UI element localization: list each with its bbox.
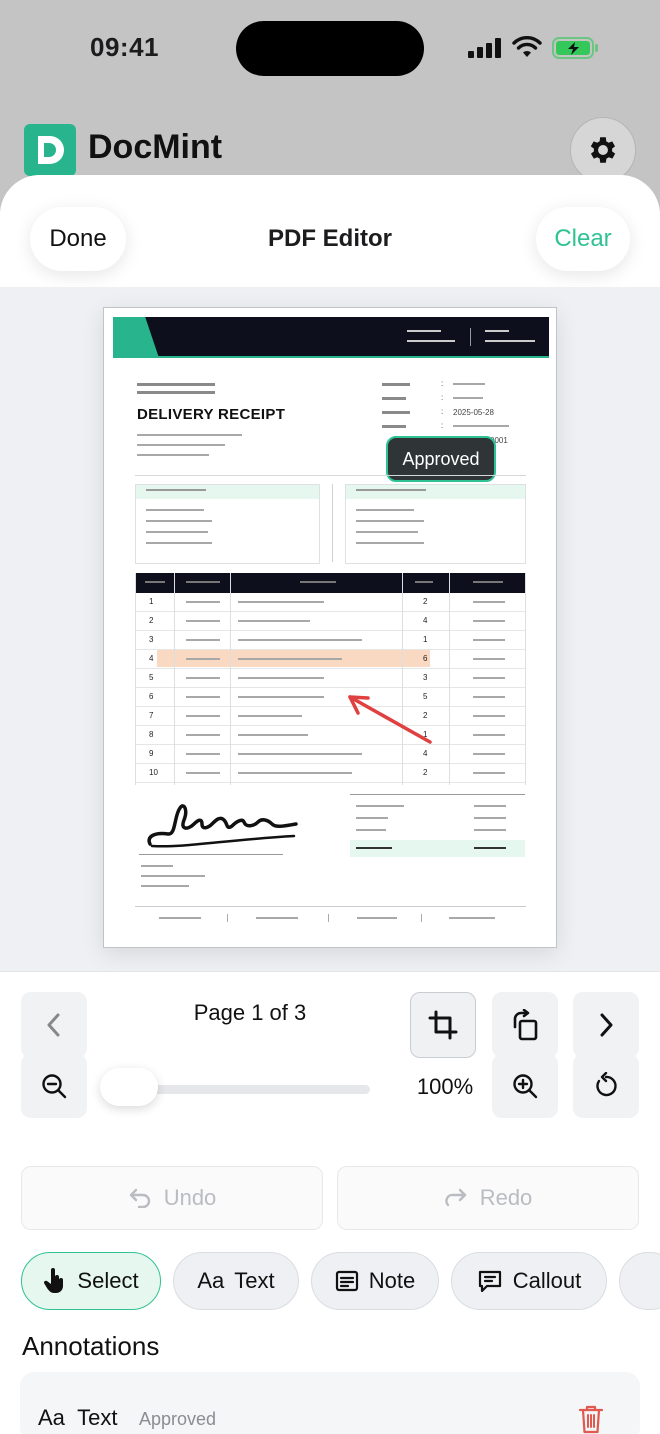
tool-note[interactable]: Note: [311, 1252, 439, 1310]
tool-text-label: Text: [234, 1268, 275, 1293]
chevron-right-icon: [600, 1013, 613, 1037]
annotations-heading: Annotations: [22, 1331, 160, 1361]
chevron-left-icon: [47, 1013, 60, 1037]
pdf-page[interactable]: DELIVERY RECEIPT : : : : 2025-05-28 0001…: [103, 307, 557, 948]
row-number: 4: [149, 654, 154, 663]
annotation-kind: Aa Text: [38, 1405, 118, 1430]
app-logo: [24, 124, 76, 176]
row-quantity: 2: [423, 768, 428, 777]
settings-button[interactable]: [570, 117, 636, 183]
dynamic-island: [236, 21, 424, 76]
delete-annotation-button[interactable]: [578, 1404, 604, 1434]
row-number: 3: [149, 635, 154, 644]
crop-icon: [428, 1010, 458, 1040]
row-number: 8: [149, 730, 154, 739]
row-quantity: 1: [423, 635, 428, 644]
undo-icon: [129, 1188, 150, 1208]
row-quantity: 2: [423, 597, 428, 606]
table-row: 24: [135, 612, 526, 631]
status-time: 09:41: [90, 32, 159, 62]
zoom-out-button[interactable]: [21, 1054, 87, 1118]
tool-more[interactable]: [619, 1252, 660, 1310]
zoom-level: 100%: [416, 1074, 474, 1099]
battery-icon: [552, 37, 598, 59]
tool-callout-label: Callout: [512, 1268, 582, 1293]
ship-to-box: [345, 484, 526, 564]
next-page-button[interactable]: [573, 992, 639, 1058]
table-row: 10 2: [135, 764, 526, 783]
editor-controls: Page 1 of 3 100% Undo Redo Select Aa Tex…: [0, 971, 660, 1434]
table-row: 72: [135, 707, 526, 726]
prev-page-button[interactable]: [21, 992, 87, 1058]
gear-icon: [590, 137, 616, 163]
tool-callout[interactable]: Callout: [451, 1252, 607, 1310]
tool-note-label: Note: [368, 1268, 416, 1293]
logo-icon: [38, 136, 64, 164]
doc-heading: DELIVERY RECEIPT: [137, 406, 286, 423]
undo-label: Undo: [163, 1185, 217, 1210]
tool-text[interactable]: Aa Text: [173, 1252, 299, 1310]
pdf-editor-sheet: Done PDF Editor Clear DELIVERY RECEIPT:…: [0, 175, 660, 1434]
tool-select-label: Select: [77, 1268, 139, 1293]
doc-accent: [113, 317, 159, 358]
annotation-list-item[interactable]: Aa Text Approved: [20, 1372, 640, 1434]
clear-button[interactable]: Clear: [536, 207, 630, 271]
table-row: 81: [135, 726, 526, 745]
rotate-page-icon: [513, 1009, 538, 1041]
ship-from-box: [135, 484, 320, 564]
zoom-slider-thumb[interactable]: [100, 1068, 158, 1106]
row-number: 7: [149, 711, 154, 720]
doc-date: 2025-05-28: [453, 408, 494, 417]
doc-header-band: [113, 317, 549, 358]
text-aa-icon: Aa: [197, 1268, 225, 1293]
table-row: 94: [135, 745, 526, 764]
row-quantity: 4: [423, 749, 428, 758]
signature: [147, 804, 298, 848]
trash-icon: [578, 1405, 604, 1434]
page-indicator: Page 1 of 3: [193, 1000, 307, 1025]
table-row: 46: [135, 650, 526, 669]
redo-button[interactable]: Redo: [337, 1166, 639, 1230]
row-quantity: 4: [423, 616, 428, 625]
row-number: 6: [149, 692, 154, 701]
document-canvas[interactable]: DELIVERY RECEIPT : : : : 2025-05-28 0001…: [0, 287, 660, 971]
wifi-icon: [512, 36, 542, 57]
zoom-in-icon: [513, 1074, 538, 1099]
app-title: DocMint: [88, 128, 223, 166]
rotate-page-button[interactable]: [492, 992, 558, 1058]
row-quantity: 6: [423, 654, 428, 663]
row-number: 1: [149, 597, 154, 606]
table-row: 53: [135, 669, 526, 688]
sheet-header: Done PDF Editor Clear: [0, 175, 660, 287]
arrow-annotation[interactable]: [340, 690, 436, 748]
items-table-header: [135, 573, 526, 593]
row-number: 2: [149, 616, 154, 625]
reset-zoom-button[interactable]: [573, 1054, 639, 1118]
redo-icon: [445, 1188, 466, 1207]
zoom-out-icon: [42, 1074, 67, 1099]
row-number: 10: [149, 768, 158, 777]
signal-icon: [468, 38, 501, 58]
table-row: 31: [135, 631, 526, 650]
row-number: 9: [149, 749, 154, 758]
total-row: [350, 840, 525, 857]
undo-button[interactable]: Undo: [21, 1166, 323, 1230]
callout-icon: [478, 1270, 501, 1293]
hand-pointer-icon: [44, 1268, 64, 1293]
note-icon: [335, 1270, 358, 1292]
redo-label: Redo: [479, 1185, 533, 1210]
zoom-in-button[interactable]: [492, 1054, 558, 1118]
annotation-content: Approved: [139, 1409, 217, 1429]
row-quantity: 3: [423, 673, 428, 682]
table-row: 65: [135, 688, 526, 707]
status-bar: 09:41: [0, 0, 660, 100]
reset-icon: [596, 1072, 617, 1097]
crop-button[interactable]: [410, 992, 476, 1058]
row-number: 5: [149, 673, 154, 682]
tool-select[interactable]: Select: [21, 1252, 161, 1310]
table-row: 12: [135, 593, 526, 612]
